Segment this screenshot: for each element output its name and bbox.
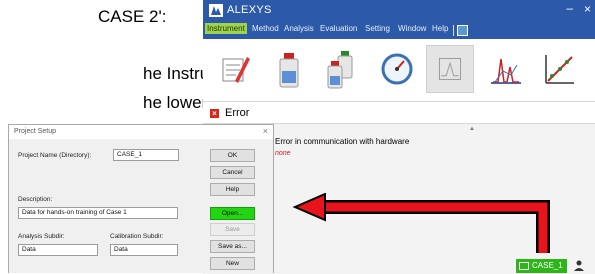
- error-icon: ×: [210, 109, 219, 118]
- analysis-subdir-label: Analysis Subdir:: [18, 233, 65, 240]
- menu-item-analysis[interactable]: Analysis: [284, 24, 314, 33]
- chromatogram-icon: [426, 45, 474, 93]
- menu-item-setting[interactable]: Setting: [365, 24, 390, 33]
- minimize-button[interactable]: –: [566, 1, 573, 15]
- calibration-subdir-label: Calibration Subdir:: [110, 233, 164, 240]
- app-title: ALEXYS: [227, 4, 272, 16]
- error-message: Error in communication with hardware: [275, 137, 410, 146]
- user-icon[interactable]: [574, 260, 584, 271]
- folder-icon: [519, 262, 529, 270]
- alexys-logo-icon: [209, 4, 223, 17]
- help-button[interactable]: Help: [210, 183, 255, 196]
- new-button[interactable]: New: [210, 257, 255, 270]
- project-name-label: Project Name (Directory):: [18, 152, 92, 159]
- panel-splitter-grip[interactable]: ▲: [469, 126, 475, 132]
- calibration-icon[interactable]: [534, 45, 582, 93]
- dialog-close-button[interactable]: ×: [263, 126, 268, 136]
- project-name-field[interactable]: CASE_1: [113, 149, 179, 161]
- bottle-icon[interactable]: [266, 45, 314, 93]
- annotation-arrow: [292, 193, 550, 253]
- error-detail: none: [275, 150, 291, 157]
- analysis-subdir-field[interactable]: Data: [18, 244, 98, 256]
- description-field[interactable]: Data for hands-on training of Case 1: [18, 207, 178, 219]
- slide-text-line-1: CASE 2':: [98, 7, 167, 26]
- menu-item-window[interactable]: Window: [398, 24, 426, 33]
- calibration-subdir-field[interactable]: Data: [110, 244, 178, 256]
- ok-button[interactable]: OK: [210, 149, 255, 162]
- dialog-body: Project Name (Directory): CASE_1 Descrip…: [9, 139, 273, 273]
- edit-icon[interactable]: [211, 45, 259, 93]
- bottles-icon[interactable]: [319, 45, 367, 93]
- project-setup-dialog: Project Setup × Project Name (Directory)…: [8, 124, 274, 273]
- cancel-button[interactable]: Cancel: [210, 166, 255, 179]
- menu-item-method[interactable]: Method: [252, 24, 279, 33]
- chart-peaks-icon[interactable]: [481, 45, 529, 93]
- gauge-icon[interactable]: [373, 45, 421, 93]
- toolbar: [203, 39, 595, 102]
- close-button[interactable]: ×: [584, 2, 591, 16]
- menu-bar: Instrument Method Analysis Evaluation Se…: [203, 22, 595, 39]
- case-label: CASE_1: [532, 261, 563, 270]
- save-as-button[interactable]: Save as...: [210, 240, 255, 253]
- menu-item-evaluation[interactable]: Evaluation: [320, 24, 357, 33]
- info-icon[interactable]: [457, 25, 468, 36]
- menu-item-instrument[interactable]: Instrument: [205, 23, 247, 34]
- save-button: Save: [210, 223, 255, 236]
- error-header: × Error: [203, 102, 595, 124]
- case-status-badge[interactable]: CASE_1: [516, 259, 567, 273]
- description-label: Description:: [18, 196, 53, 203]
- title-bar: ALEXYS – ×: [203, 0, 595, 22]
- menu-separator: [453, 25, 454, 36]
- dialog-title: Project Setup: [14, 128, 57, 135]
- error-title: Error: [225, 107, 250, 119]
- menu-item-help[interactable]: Help: [432, 24, 448, 33]
- open-button[interactable]: Open...: [210, 207, 255, 220]
